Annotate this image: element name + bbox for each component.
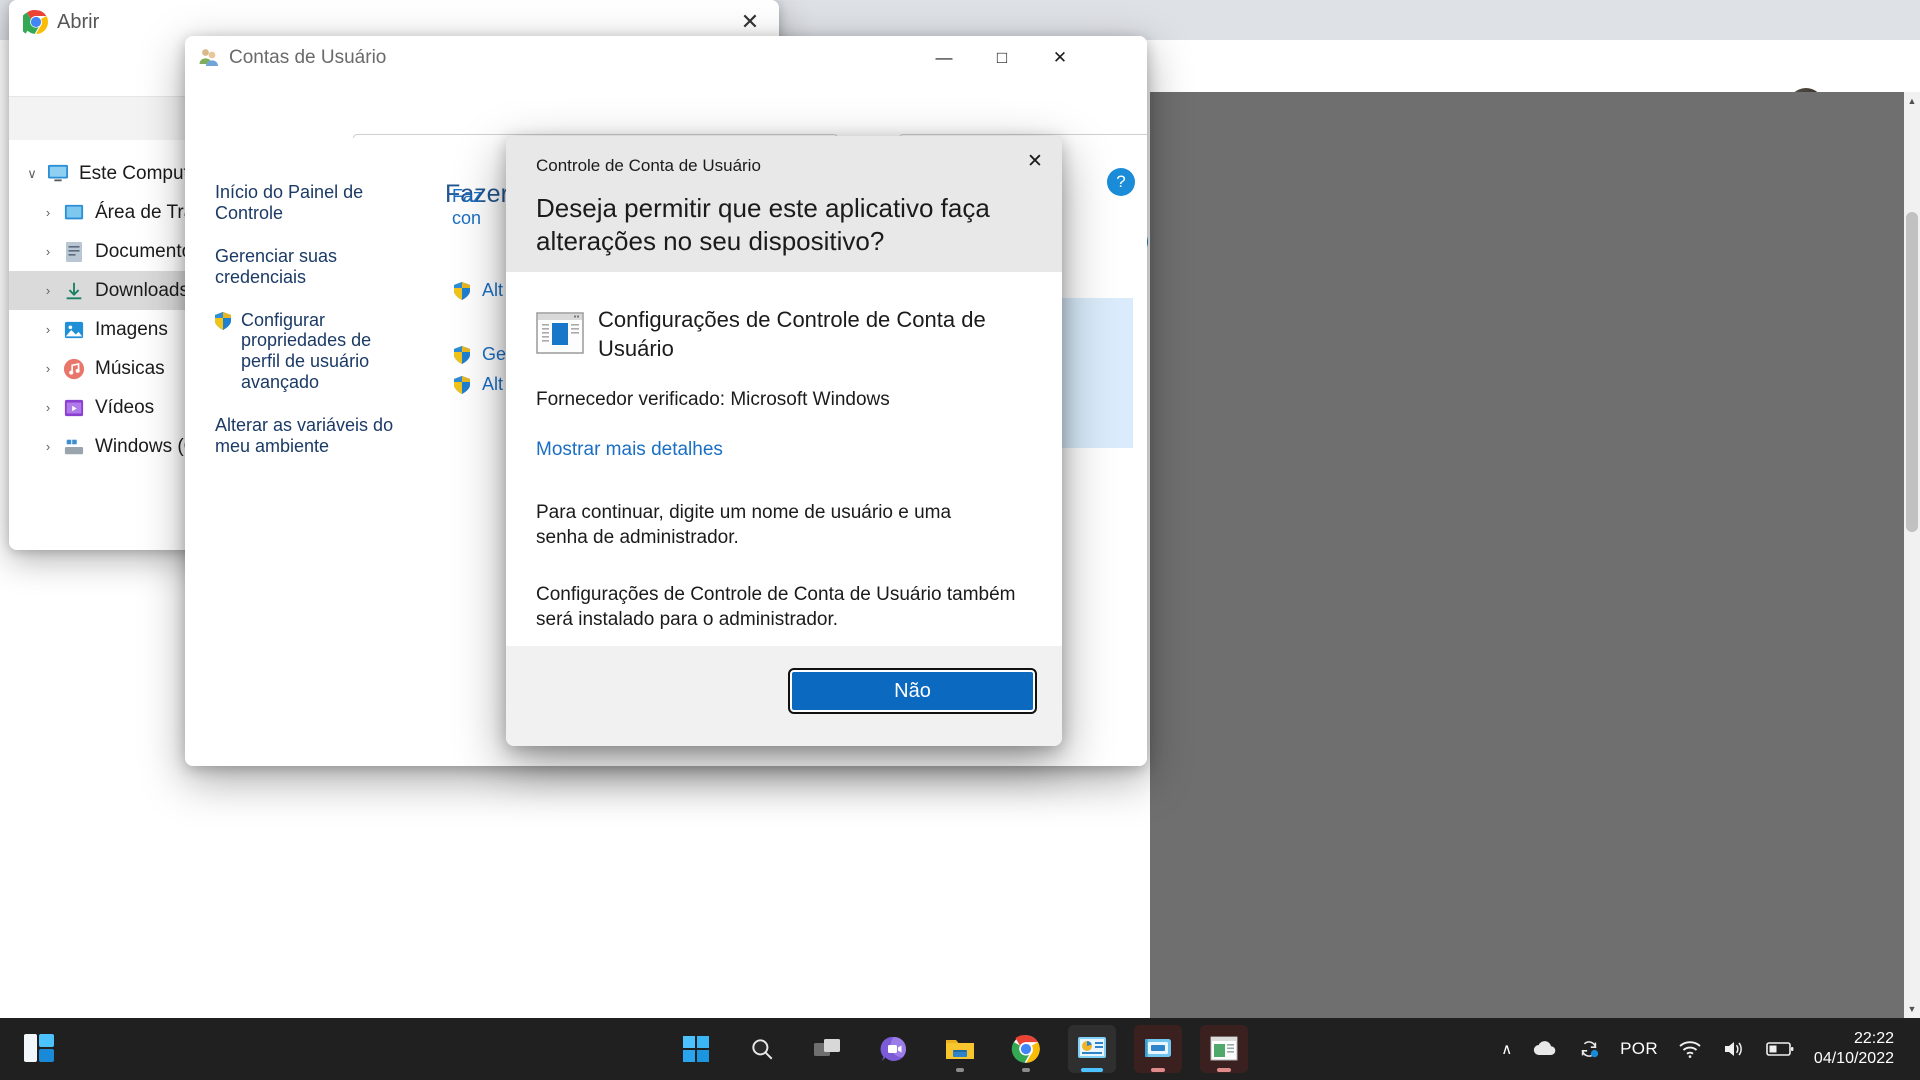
tree-item-label: Músicas <box>95 357 165 379</box>
chevron-right-icon[interactable]: › <box>35 400 61 415</box>
scroll-up-arrow[interactable]: ▲ <box>1904 92 1920 110</box>
show-more-details-link[interactable]: Mostrar mais detalhes <box>536 439 723 461</box>
battery-icon[interactable] <box>1756 1018 1804 1080</box>
page-scrollbar[interactable]: ▲ ▼ <box>1904 92 1920 1018</box>
cpl-item-label: Alt <box>482 374 504 394</box>
uac-question-text: Deseja permitir que este aplicativo faça… <box>536 193 990 256</box>
uac-caption: Controle de Conta de Usuário <box>536 156 761 175</box>
task-link-inicio-painel[interactable]: Início do Painel de Controle <box>215 182 414 224</box>
uac-settings-icon <box>536 312 584 354</box>
onedrive-cloud-icon[interactable] <box>1522 1018 1568 1080</box>
uac-dialog: Controle de Conta de Usuário ✕ Deseja pe… <box>506 136 1062 746</box>
user-accounts-button[interactable] <box>1134 1025 1182 1073</box>
uac-note-text: Configurações de Controle de Conta de Us… <box>536 584 1016 631</box>
downloads-icon <box>61 280 87 302</box>
chevron-right-icon[interactable]: › <box>35 322 61 337</box>
uac-body: Configurações de Controle de Conta de Us… <box>506 272 1062 646</box>
help-badge[interactable]: ? <box>1107 168 1135 196</box>
clock[interactable]: 22:22 04/10/2022 <box>1804 1018 1908 1080</box>
task-link-variaveis-ambiente[interactable]: Alterar as variáveis do meu ambiente <box>215 415 414 457</box>
cpl-window-title: Contas de Usuário <box>229 47 387 68</box>
active-indicator <box>1081 1068 1103 1072</box>
cpl-item-2[interactable]: Ger <box>452 344 512 366</box>
chevron-down-icon[interactable]: ∨ <box>19 166 45 182</box>
tray-overflow-chevron-icon[interactable]: ∧ <box>1491 1018 1522 1080</box>
documents-icon <box>61 241 87 263</box>
drive-icon <box>61 436 87 458</box>
cpl-item-0[interactable]: Faz con <box>452 186 482 229</box>
chevron-right-icon[interactable]: › <box>35 205 61 220</box>
task-view-button[interactable] <box>804 1025 852 1073</box>
uac-shield-icon <box>213 311 233 331</box>
cpl-title-bar: Contas de Usuário — □ ✕ <box>185 36 1147 80</box>
cpl-item-line1: Faz <box>452 186 483 206</box>
uac-header: Controle de Conta de Usuário ✕ Deseja pe… <box>506 136 1062 272</box>
cpl-nav-bar: « Cont... › Contas de Us... ∨ <box>185 80 1147 174</box>
start-button[interactable] <box>672 1025 720 1073</box>
abrir-window-title: Abrir <box>57 11 100 33</box>
cpl-item-line2: con <box>452 207 482 228</box>
search-button[interactable] <box>738 1025 786 1073</box>
uac-publisher: Fornecedor verificado: Microsoft Windows <box>536 389 890 410</box>
uac-instruction-text: Para continuar, digite um nome de usuári… <box>536 502 952 549</box>
wifi-icon[interactable] <box>1668 1018 1712 1080</box>
active-indicator <box>1151 1068 1165 1072</box>
maximize-button[interactable]: □ <box>973 36 1031 80</box>
clock-time: 22:22 <box>1853 1029 1894 1047</box>
uac-footer: Não <box>506 646 1062 746</box>
task-link-gerenciar-credenciais[interactable]: Gerenciar suas credenciais <box>215 246 414 288</box>
no-button[interactable]: Não <box>788 668 1037 714</box>
chevron-right-icon[interactable]: › <box>35 283 61 298</box>
sync-icon[interactable] <box>1568 1018 1610 1080</box>
uac-shield-icon <box>452 375 472 395</box>
settings-window-button[interactable] <box>1200 1025 1248 1073</box>
videos-icon <box>61 397 87 419</box>
running-indicator <box>1022 1068 1030 1072</box>
music-icon <box>61 358 87 380</box>
scrollbar-thumb[interactable] <box>1906 212 1918 532</box>
task-link-perfil-avancado[interactable]: Configurar propriedades de perfil de usu… <box>215 310 414 394</box>
uac-app-name: Configurações de Controle de Conta de Us… <box>598 307 986 361</box>
language-indicator[interactable]: POR <box>1610 1018 1668 1080</box>
running-indicator <box>956 1068 964 1072</box>
taskbar: ∧ POR 22:22 04/10/2022 <box>0 1018 1920 1080</box>
tree-item-label: Imagens <box>95 318 168 340</box>
chat-button[interactable] <box>870 1025 918 1073</box>
chevron-right-icon[interactable]: › <box>35 244 61 259</box>
widgets-icon[interactable] <box>22 1032 58 1066</box>
desktop-icon <box>61 202 87 224</box>
close-icon[interactable]: ✕ <box>1016 144 1054 178</box>
scroll-down-arrow[interactable]: ▼ <box>1904 1000 1920 1018</box>
page-empty-area <box>1150 92 1920 1018</box>
minimize-button[interactable]: — <box>915 36 973 80</box>
volume-icon[interactable] <box>1712 1018 1756 1080</box>
task-links-panel: Início do Painel de Controle Gerenciar s… <box>185 138 430 766</box>
task-link-label: Configurar propriedades de perfil de usu… <box>241 309 372 393</box>
chevron-right-icon[interactable]: › <box>35 439 61 454</box>
pictures-icon <box>61 319 87 341</box>
clock-date: 04/10/2022 <box>1813 1050 1894 1067</box>
chrome-logo-icon <box>19 9 49 35</box>
chevron-right-icon[interactable]: › <box>35 361 61 376</box>
uac-shield-icon <box>452 281 472 301</box>
tree-item-label: Vídeos <box>95 396 155 418</box>
tree-item-label: Downloads <box>95 279 189 301</box>
taskbar-apps <box>672 1018 1248 1080</box>
uac-shield-icon <box>452 345 472 365</box>
active-indicator <box>1217 1068 1231 1072</box>
chrome-button[interactable] <box>1002 1025 1050 1073</box>
cpl-item-label: Alt <box>482 280 504 300</box>
control-panel-button[interactable] <box>1068 1025 1116 1073</box>
monitor-icon <box>45 163 71 185</box>
file-explorer-button[interactable] <box>936 1025 984 1073</box>
system-tray: ∧ POR 22:22 04/10/2022 <box>1491 1018 1908 1080</box>
close-button[interactable]: ✕ <box>1031 36 1089 80</box>
cpl-item-1[interactable]: Alt <box>452 280 503 302</box>
user-accounts-icon <box>197 46 221 70</box>
